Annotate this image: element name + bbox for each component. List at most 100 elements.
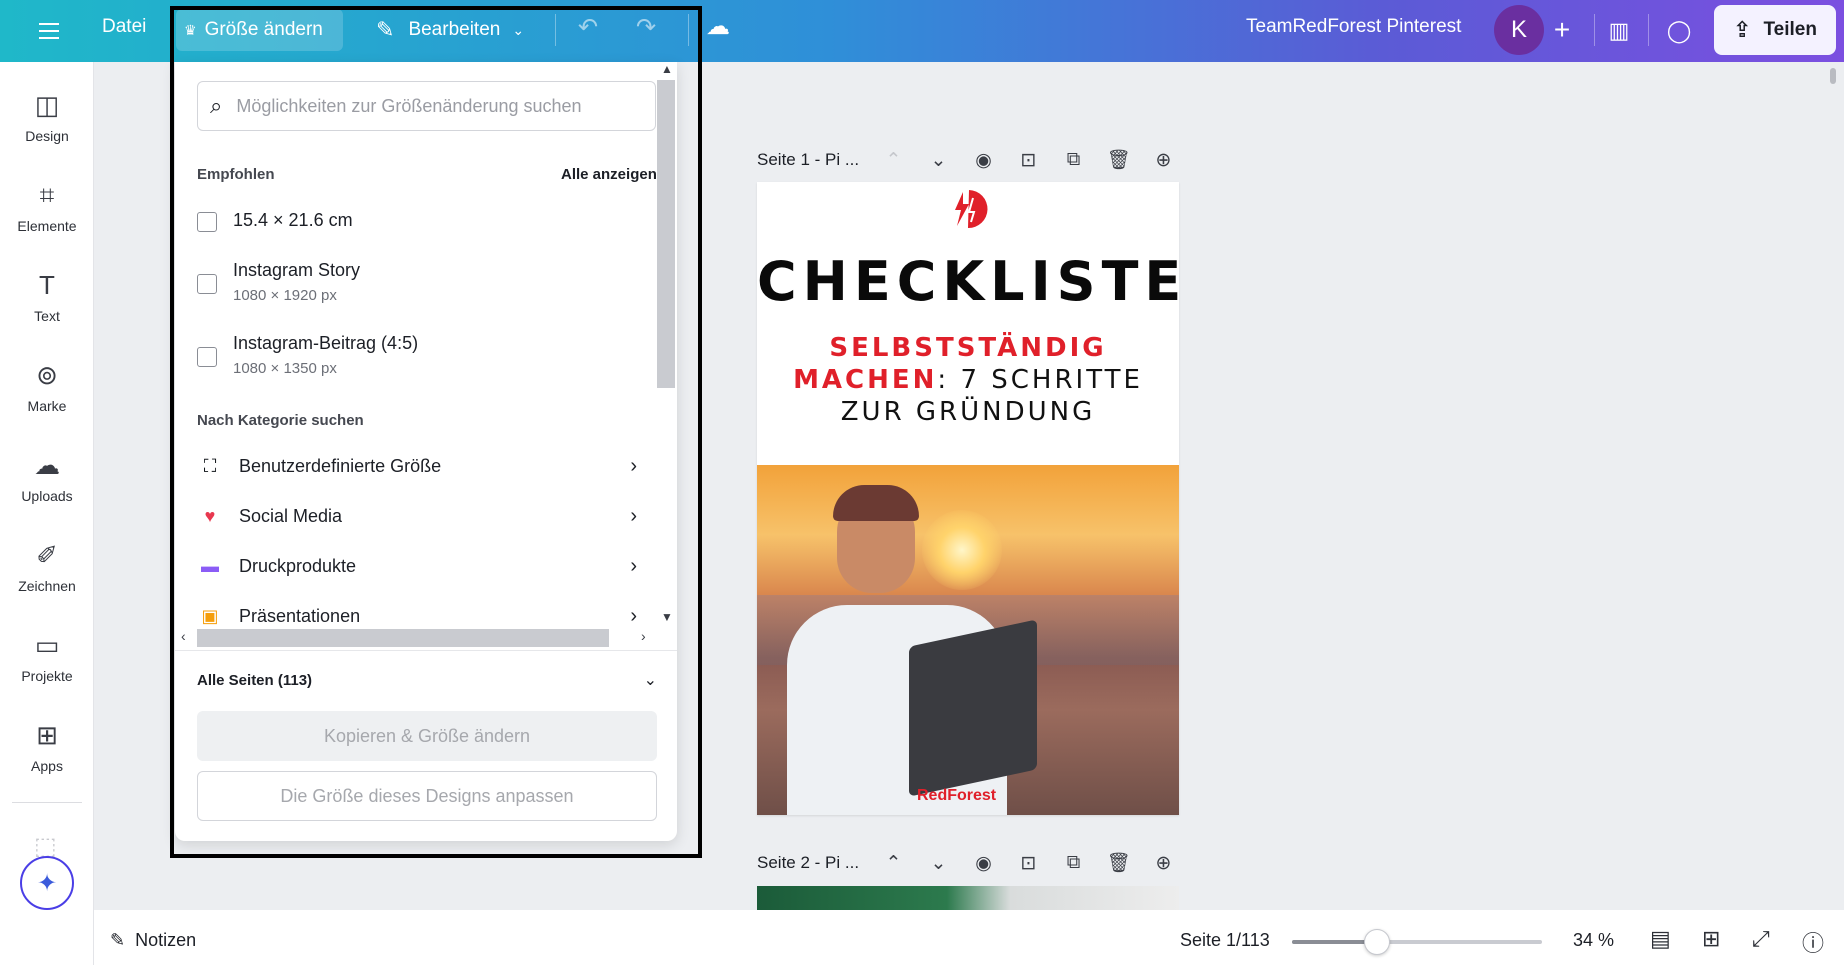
all-pages-selector[interactable]: Alle Seiten (113) ⌄: [197, 670, 657, 690]
pages-view-icon: ▤: [1650, 926, 1671, 951]
edit-mode-button[interactable]: ✎ Bearbeiten ⌄: [366, 9, 534, 51]
insights-button[interactable]: ▥: [1594, 7, 1644, 55]
sidebar-item-label: Zeichnen: [18, 578, 76, 594]
hide-page-icon[interactable]: ◉: [961, 149, 1006, 172]
category-label: Social Media: [239, 505, 343, 526]
subtitle-red-1: SELBSTSTÄNDIG: [829, 333, 1107, 363]
subtitle-red-2: MACHEN: [793, 365, 938, 395]
category-print[interactable]: ▬ Druckprodukte ›: [197, 553, 637, 579]
pages-view-button[interactable]: ▤: [1650, 926, 1671, 952]
panel-vertical-scrollbar-thumb[interactable]: [657, 80, 675, 388]
chevron-right-icon: ›: [630, 454, 637, 477]
move-up-button[interactable]: ⌃: [871, 852, 916, 875]
sparkle-icon: ✦: [36, 869, 58, 897]
crown-icon: ♛: [184, 21, 197, 38]
sidebar-item-apps[interactable]: ⊞ Apps: [0, 718, 94, 774]
add-page-icon[interactable]: ⊕: [1141, 149, 1186, 172]
custom-size-icon: ⛶: [203, 455, 217, 476]
design-photo: RedForest: [757, 465, 1179, 815]
help-icon: ⓘ: [1802, 931, 1825, 956]
sidebar-item-text[interactable]: T Text: [0, 268, 94, 324]
move-down-button[interactable]: ⌄: [916, 852, 961, 875]
file-menu-button[interactable]: Datei: [102, 16, 146, 38]
scroll-up-arrow-icon[interactable]: ▲: [661, 62, 673, 76]
zoom-slider-handle[interactable]: [1364, 929, 1390, 955]
redo-button[interactable]: ↷: [636, 13, 656, 42]
subtitle-line-3: ZUR GRÜNDUNG: [840, 397, 1096, 427]
fullscreen-button[interactable]: ⤢: [1752, 926, 1770, 952]
trash-icon[interactable]: 🗑: [1096, 851, 1141, 875]
sidebar-item-uploads[interactable]: ☁ Uploads: [0, 448, 94, 504]
resize-option[interactable]: 15.4 × 21.6 cm: [197, 210, 353, 232]
lock-icon[interactable]: ⊡: [1006, 852, 1051, 875]
share-button[interactable]: ⇪ Teilen: [1714, 5, 1836, 55]
canvas-scrollbar-thumb[interactable]: [1830, 68, 1836, 84]
design-title: CHECKLISTE: [757, 250, 1179, 313]
avatar[interactable]: K: [1494, 5, 1544, 55]
sidebar-item-label: Apps: [31, 758, 63, 774]
scroll-left-arrow-icon[interactable]: ‹: [181, 628, 186, 644]
sidebar-item-label: Uploads: [21, 488, 73, 504]
sidebar-item-elements[interactable]: ⌗ Elemente: [0, 178, 94, 234]
category-presentations[interactable]: ▣ Präsentationen ›: [197, 603, 637, 629]
presentation-icon: ▣: [201, 605, 219, 626]
trash-icon[interactable]: 🗑: [1096, 148, 1141, 172]
magic-assistant-button[interactable]: ✦: [20, 856, 74, 910]
category-custom-size[interactable]: ⛶ Benutzerdefinierte Größe ›: [197, 453, 637, 479]
add-member-button[interactable]: +: [1540, 8, 1584, 52]
show-all-link[interactable]: Alle anzeigen: [561, 166, 657, 183]
toolbar-divider: [555, 14, 556, 46]
notes-button[interactable]: ✎ Notizen: [110, 930, 196, 951]
resize-panel: ⌕ Empfohlen Alle anzeigen 15.4 × 21.6 cm…: [175, 62, 677, 841]
design-page-1[interactable]: CHECKLISTE SELBSTSTÄNDIG MACHEN: 7 SCHRI…: [757, 182, 1179, 815]
sidebar-item-label: Elemente: [17, 218, 77, 234]
option-checkbox[interactable]: [197, 347, 217, 367]
resize-design-button[interactable]: Die Größe dieses Designs anpassen: [197, 771, 657, 821]
copy-and-resize-button[interactable]: Kopieren & Größe ändern: [197, 711, 657, 761]
resize-option[interactable]: Instagram Story 1080 × 1920 px: [197, 260, 360, 304]
move-down-button[interactable]: ⌄: [916, 149, 961, 172]
team-name[interactable]: TeamRedForest Pinterest: [1246, 16, 1461, 38]
comments-button[interactable]: ◯: [1654, 7, 1704, 55]
option-checkbox[interactable]: [197, 212, 217, 232]
grid-view-button[interactable]: ⊞: [1702, 926, 1720, 952]
help-button[interactable]: ⓘ: [1802, 926, 1824, 958]
folder-icon: ▭: [34, 630, 60, 660]
scroll-down-arrow-icon[interactable]: ▼: [661, 610, 673, 624]
sidebar-item-label: Projekte: [21, 668, 73, 684]
option-title: 15.4 × 21.6 cm: [233, 210, 353, 230]
add-page-icon[interactable]: ⊕: [1141, 852, 1186, 875]
left-sidebar: ◫ Design ⌗ Elemente T Text ⊚ Marke ☁ Upl…: [0, 62, 94, 965]
page-indicator[interactable]: Seite 1/113: [1180, 930, 1270, 951]
hamburger-icon: [39, 30, 59, 32]
page2-label[interactable]: Seite 2 - Pi ...: [757, 853, 859, 873]
sidebar-item-brand[interactable]: ⊚ Marke: [0, 358, 94, 414]
cloud-sync-button[interactable]: ☁: [706, 12, 730, 41]
undo-icon: ↶: [578, 14, 599, 41]
undo-button[interactable]: ↶: [578, 13, 598, 42]
sidebar-item-design[interactable]: ◫ Design: [0, 88, 94, 144]
text-icon: T: [39, 270, 55, 300]
move-up-button[interactable]: ⌃: [871, 149, 916, 172]
option-subtitle: 1080 × 1350 px: [233, 360, 337, 377]
category-social-media[interactable]: ♥ Social Media ›: [197, 503, 637, 529]
duplicate-icon[interactable]: ⧉: [1051, 852, 1096, 874]
zoom-value[interactable]: 34 %: [1573, 930, 1614, 951]
option-checkbox[interactable]: [197, 274, 217, 294]
scroll-right-arrow-icon[interactable]: ›: [641, 628, 646, 644]
lock-icon[interactable]: ⊡: [1006, 149, 1051, 172]
resize-button[interactable]: ♛ Größe ändern: [176, 9, 343, 51]
duplicate-icon[interactable]: ⧉: [1051, 149, 1096, 171]
hide-page-icon[interactable]: ◉: [961, 852, 1006, 875]
menu-button[interactable]: [32, 14, 66, 48]
sidebar-item-projects[interactable]: ▭ Projekte: [0, 628, 94, 684]
sidebar-item-draw[interactable]: ✐ Zeichnen: [0, 538, 94, 594]
design-page-2[interactable]: [757, 886, 1179, 910]
panel-horizontal-scrollbar-thumb[interactable]: [197, 629, 609, 647]
resize-search-box[interactable]: ⌕: [197, 81, 656, 131]
photo-cap: [833, 485, 919, 521]
page1-label[interactable]: Seite 1 - Pi ...: [757, 150, 859, 170]
zoom-slider[interactable]: [1292, 929, 1542, 955]
resize-option[interactable]: Instagram-Beitrag (4:5) 1080 × 1350 px: [197, 333, 418, 377]
resize-search-input[interactable]: [236, 95, 617, 117]
